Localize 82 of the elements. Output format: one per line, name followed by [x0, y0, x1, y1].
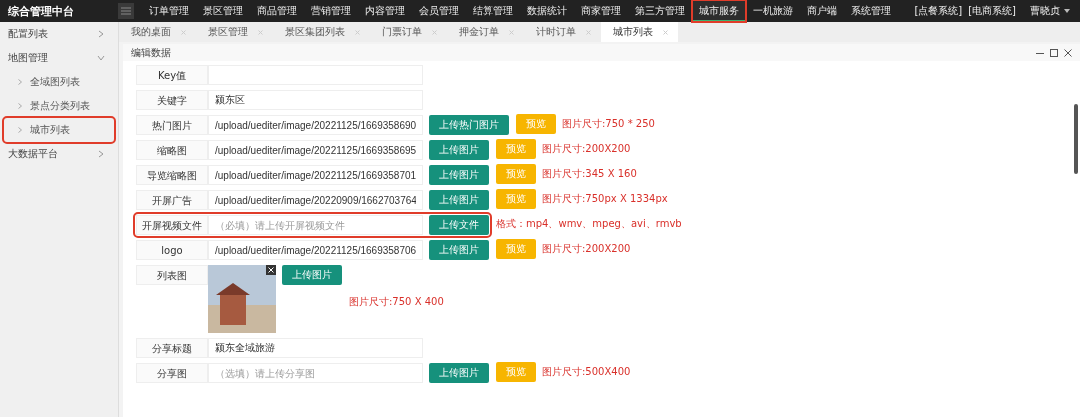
field-label: 分享图	[136, 363, 208, 383]
hint-text: 图片尺寸:200X200	[542, 142, 631, 156]
field-label: Key值	[136, 65, 208, 85]
nav-item[interactable]: 营销管理	[304, 0, 358, 22]
sidebar-item[interactable]: 全域图列表	[4, 70, 114, 94]
tab[interactable]: 景区集团列表	[273, 22, 370, 42]
tab[interactable]: 门票订单	[370, 22, 447, 42]
field-label: 缩略图	[136, 140, 208, 160]
nav-item[interactable]: 景区管理	[196, 0, 250, 22]
input-field[interactable]: /upload/uediter/image/20220909/1662703764	[208, 190, 423, 210]
field-label: 关键字	[136, 90, 208, 110]
chevron-icon	[98, 30, 104, 38]
chevron-icon	[18, 103, 22, 109]
user-menu[interactable]: 曹晓贞	[1030, 4, 1070, 18]
remove-icon[interactable]	[266, 265, 276, 275]
system-link[interactable]: [点餐系统]	[914, 4, 963, 18]
chevron-icon	[97, 55, 105, 61]
tab[interactable]: 押金订单	[447, 22, 524, 42]
upload-button[interactable]: 上传图片	[282, 265, 342, 285]
input-field[interactable]: /upload/uediter/image/20221125/1669358706	[208, 240, 423, 260]
nav-item[interactable]: 内容管理	[358, 0, 412, 22]
chevron-icon	[18, 79, 22, 85]
input-field[interactable]: /upload/uediter/image/20221125/1669358701	[208, 165, 423, 185]
input-field[interactable]: 颍东区	[208, 90, 423, 110]
system-link[interactable]: [电商系统]	[968, 4, 1016, 18]
input-field[interactable]: /upload/uediter/image/20221125/1669358690	[208, 115, 423, 135]
hint-text: 图片尺寸:500X400	[542, 365, 631, 379]
tab[interactable]: 景区管理	[196, 22, 273, 42]
nav-item[interactable]: 商品管理	[250, 0, 304, 22]
field-label: 分享标题	[136, 338, 208, 358]
upload-button[interactable]: 上传图片	[429, 140, 489, 160]
field-label: 列表图	[136, 265, 208, 285]
input-field[interactable]: /upload/uediter/image/20221125/1669358695	[208, 140, 423, 160]
tab[interactable]: 城市列表	[601, 22, 678, 42]
nav-item[interactable]: 第三方管理	[628, 0, 692, 22]
chevron-icon	[98, 150, 104, 158]
close-icon[interactable]	[1064, 48, 1072, 57]
hint-text: 图片尺寸:345 X 160	[542, 167, 637, 181]
nav-item[interactable]: 会员管理	[412, 0, 466, 22]
field-label: 开屏广告	[136, 190, 208, 210]
nav-item[interactable]: 结算管理	[466, 0, 520, 22]
upload-button[interactable]: 上传图片	[429, 363, 489, 383]
nav-item[interactable]: 城市服务	[692, 0, 746, 22]
sidebar-group[interactable]: 配置列表	[0, 22, 118, 46]
nav-item[interactable]: 商户端	[800, 0, 844, 22]
tab[interactable]: 我的桌面	[119, 22, 196, 42]
nav-item[interactable]: 订单管理	[142, 0, 196, 22]
nav-item[interactable]: 商家管理	[574, 0, 628, 22]
hint-text: 图片尺寸:750 X 400	[349, 295, 444, 309]
scrollbar[interactable]	[1074, 104, 1078, 174]
upload-button[interactable]: 上传图片	[429, 165, 489, 185]
tab[interactable]: 计时订单	[524, 22, 601, 42]
hint-text: 图片尺寸:200X200	[542, 242, 631, 256]
hint-text: 图片尺寸:750 * 250	[562, 117, 655, 131]
hint-text: 图片尺寸:750px X 1334px	[542, 192, 668, 206]
hint-text: 格式：mp4、wmv、mpeg、avi、rmvb	[496, 217, 682, 231]
input-field[interactable]: （选填）请上传分享图	[208, 363, 423, 383]
caret-icon	[1064, 9, 1070, 13]
sidebar-item[interactable]: 城市列表	[4, 118, 114, 142]
input-field[interactable]: （必填）请上传开屏视频文件	[208, 215, 423, 235]
field-label: logo	[136, 240, 208, 260]
chevron-icon	[18, 127, 22, 133]
menu-icon	[121, 7, 131, 15]
upload-button[interactable]: 上传文件	[429, 215, 489, 235]
sidebar-group[interactable]: 大数据平台	[0, 142, 118, 166]
photo-placeholder	[208, 265, 276, 333]
nav-item[interactable]: 一机旅游	[746, 0, 800, 22]
maximize-icon[interactable]	[1050, 48, 1058, 57]
upload-button[interactable]: 上传图片	[429, 240, 489, 260]
upload-button[interactable]: 上传图片	[429, 190, 489, 210]
input-field[interactable]: 颍东全域旅游	[208, 338, 423, 358]
upload-button[interactable]: 上传热门图片	[429, 115, 509, 135]
field-label: 开屏视频文件	[136, 215, 208, 235]
field-label: 导览缩略图	[136, 165, 208, 185]
nav-item[interactable]: 数据统计	[520, 0, 574, 22]
field-label: 热门图片	[136, 115, 208, 135]
sidebar-item[interactable]: 景点分类列表	[4, 94, 114, 118]
sidebar-group[interactable]: 地图管理	[0, 46, 118, 70]
nav-item[interactable]: 系统管理	[844, 0, 898, 22]
app-title: 综合管理中台	[7, 3, 75, 19]
menu-button[interactable]	[118, 3, 134, 19]
dialog-title: 编辑数据	[131, 45, 171, 60]
